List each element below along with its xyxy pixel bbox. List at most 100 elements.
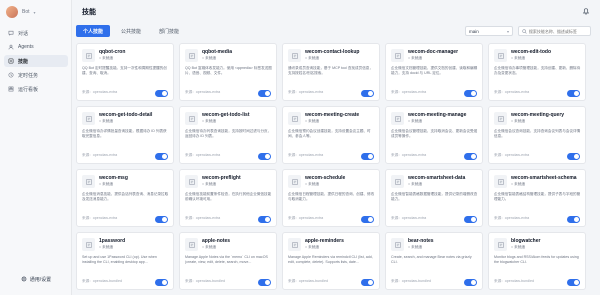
- skill-status: ○ 未就绪: [408, 245, 422, 249]
- skill-card[interactable]: bear-notes ○ 未就绪 Create, search, and manag…: [385, 232, 483, 290]
- skill-description: Manage Apple Reminders via remindctl CLI…: [288, 255, 373, 264]
- skill-card[interactable]: blogwatcher ○ 未就绪 Monitor blogs and RSS/At…: [488, 232, 586, 290]
- enable-toggle[interactable]: [361, 279, 374, 286]
- settings-label: 通用/设置: [29, 276, 52, 283]
- skill-icon: [185, 238, 198, 251]
- enable-toggle[interactable]: [567, 279, 580, 286]
- enable-toggle[interactable]: [258, 216, 271, 223]
- skill-title: wecom-meeting-create: [305, 112, 360, 118]
- skill-status: ○ 未就绪: [202, 56, 216, 60]
- enable-toggle[interactable]: [155, 90, 168, 97]
- skill-card[interactable]: apple-reminders ○ 未就绪 Manage Apple Reminde…: [282, 232, 380, 290]
- skill-card[interactable]: qqbot-cron ○ 未就绪 QQ Bot 定时提醒技能。支持一次性和周期性提醒…: [76, 43, 174, 101]
- skill-description: Manage Apple Notes via the `memo` CLI on…: [185, 255, 268, 264]
- skill-icon: [185, 175, 198, 188]
- skill-card[interactable]: wecom-smartsheet-schema ○ 未就绪 企业微信智能表格结构管理…: [488, 169, 586, 227]
- skill-source: 来源：openclaw-bundled: [494, 279, 534, 283]
- skill-icon: [185, 112, 198, 125]
- skill-title: apple-notes: [202, 238, 231, 244]
- filter-value: main: [469, 28, 479, 34]
- enable-toggle[interactable]: [155, 279, 168, 286]
- skill-card[interactable]: wecom-get-todo-detail ○ 未就绪 企业微信待办详情批量查询技能…: [76, 106, 174, 164]
- enable-toggle[interactable]: [567, 216, 580, 223]
- skill-status: ○ 未就绪: [305, 119, 319, 123]
- search-box[interactable]: [518, 26, 591, 36]
- enable-toggle[interactable]: [361, 216, 374, 223]
- skill-icon: [82, 112, 95, 125]
- skill-status: ○ 未就绪: [99, 119, 113, 123]
- enable-toggle[interactable]: [464, 216, 477, 223]
- enable-toggle[interactable]: [567, 153, 580, 160]
- skill-source: 来源：openclaw-extra: [288, 216, 324, 220]
- skill-description: Set up and use 1Password CLI (op). Use w…: [82, 255, 157, 264]
- sidebar-item-2[interactable]: 技能: [4, 55, 68, 67]
- skill-description: 企业微信会议管理技能，支持取消会议、更新会议受邀成员等操作。: [391, 129, 478, 138]
- skill-card[interactable]: 1password ○ 未就绪 Set up and use 1Password C…: [76, 232, 174, 290]
- skill-title: wecom-get-todo-detail: [99, 112, 153, 118]
- skill-card[interactable]: wecom-msg ○ 未就绪 企业微信消息技能，提供会话列表查询、消息记录拉取及发…: [76, 169, 174, 227]
- enable-toggle[interactable]: [361, 90, 374, 97]
- skill-card[interactable]: wecom-get-todo-list ○ 未就绪 企业微信待办列表查询技能，支持按…: [179, 106, 277, 164]
- enable-toggle[interactable]: [258, 90, 271, 97]
- enable-toggle[interactable]: [155, 153, 168, 160]
- skill-title: wecom-smartsheet-schema: [511, 175, 577, 181]
- skill-card[interactable]: wecom-smartsheet-data ○ 未就绪 企业微信智能表格数据管理技能…: [385, 169, 483, 227]
- enable-toggle[interactable]: [567, 90, 580, 97]
- chevron-down-icon: ▾: [506, 28, 509, 34]
- sidebar-item-0[interactable]: 对话: [4, 27, 68, 39]
- tab-2[interactable]: 部门技能: [152, 25, 186, 37]
- user-menu[interactable]: Bot ▾: [6, 5, 36, 19]
- settings-button[interactable]: 通用/设置: [5, 273, 67, 285]
- sidebar-item-4[interactable]: 运行看板: [4, 83, 68, 95]
- skill-title: bear-notes: [408, 238, 434, 244]
- enable-toggle[interactable]: [361, 153, 374, 160]
- skill-card[interactable]: wecom-meeting-query ○ 未就绪 企业微信会议查询技能，支持查询会…: [488, 106, 586, 164]
- skill-icon: [494, 112, 507, 125]
- filter-select[interactable]: main ▾: [465, 26, 513, 36]
- sidebar-item-3[interactable]: 定时任务: [4, 69, 68, 81]
- enable-toggle[interactable]: [258, 279, 271, 286]
- sidebar-item-label: Agents: [18, 44, 34, 50]
- skill-title: wecom-msg: [99, 175, 128, 181]
- skill-source: 来源：openclaw-extra: [185, 216, 221, 220]
- enable-toggle[interactable]: [258, 153, 271, 160]
- skill-card[interactable]: wecom-doc-manager ○ 未就绪 企业微信文档管理技能，提供文档的创建…: [385, 43, 483, 101]
- skill-card[interactable]: wecom-meeting-manage ○ 未就绪 企业微信会议管理技能，支持取消…: [385, 106, 483, 164]
- skill-description: QQ Bot 定时提醒技能。支持一次性和周期性提醒的创建、查询、取消。: [82, 66, 167, 75]
- search-icon: [522, 28, 527, 34]
- skill-card[interactable]: wecom-schedule ○ 未就绪 企业微信日程管理技能，提供日程的查询、创建…: [282, 169, 380, 227]
- skill-title: wecom-meeting-query: [511, 112, 565, 118]
- tab-0[interactable]: 个人技能: [76, 25, 111, 37]
- enable-toggle[interactable]: [155, 216, 168, 223]
- enable-toggle[interactable]: [464, 279, 477, 286]
- skill-card[interactable]: wecom-edit-todo ○ 未就绪 企业微信待办事项管理技能，支持创建、更新…: [488, 43, 586, 101]
- skill-description: QQ Bot 富媒体收发能力。使用 <qqmedia> 标签发送图片、语音、视频…: [185, 66, 272, 75]
- skill-title: wecom-edit-todo: [511, 49, 551, 55]
- skill-card[interactable]: wecom-meeting-create ○ 未就绪企业微信预约会议创建技能，支持…: [282, 106, 380, 164]
- skill-title: blogwatcher: [511, 238, 541, 244]
- skill-status: ○ 未就绪: [202, 182, 216, 186]
- tab-1[interactable]: 公共技能: [114, 25, 148, 37]
- dashboard-icon: [8, 86, 14, 92]
- search-input[interactable]: [528, 28, 590, 34]
- skill-icon: [391, 49, 404, 62]
- skill-source: 来源：openclaw-extra: [82, 216, 118, 220]
- bell-icon[interactable]: [582, 7, 590, 15]
- skill-card[interactable]: apple-notes ○ 未就绪 Manage Apple Notes via t…: [179, 232, 277, 290]
- skill-icon: [391, 238, 404, 251]
- skill-card[interactable]: qqbot-media ○ 未就绪 QQ Bot 富媒体收发能力。使用 <qqmed…: [179, 43, 277, 101]
- skill-title: wecom-meeting-manage: [408, 112, 467, 118]
- skill-card[interactable]: wecom-preflight ○ 未就绪 企业微信技能前置条件检查，在执行其他企业…: [179, 169, 277, 227]
- skill-icon: [391, 175, 404, 188]
- skill-icon: [494, 175, 507, 188]
- enable-toggle[interactable]: [464, 153, 477, 160]
- skill-card[interactable]: wecom-contact-lookup ○ 未就绪 通讯录成员查询技能，基于 MC…: [282, 43, 380, 101]
- skill-description: 企业微信待办列表查询技能，支持按时间过滤与分页，返回待办 ID 列表。: [185, 129, 272, 138]
- skill-icon: [8, 58, 14, 64]
- skill-description: Monitor blogs and RSS/Atom feeds for upd…: [494, 255, 579, 264]
- sidebar-item-1[interactable]: Agents: [4, 41, 68, 53]
- page-title: 技能: [82, 9, 96, 16]
- skill-description: 企业微信预约会议创建技能，支持设置会议主题、时间、参会人等。: [288, 129, 371, 138]
- skill-description: 企业微信技能前置条件检查，在执行其他企业微信技能前确认环境可用。: [185, 192, 272, 201]
- enable-toggle[interactable]: [464, 90, 477, 97]
